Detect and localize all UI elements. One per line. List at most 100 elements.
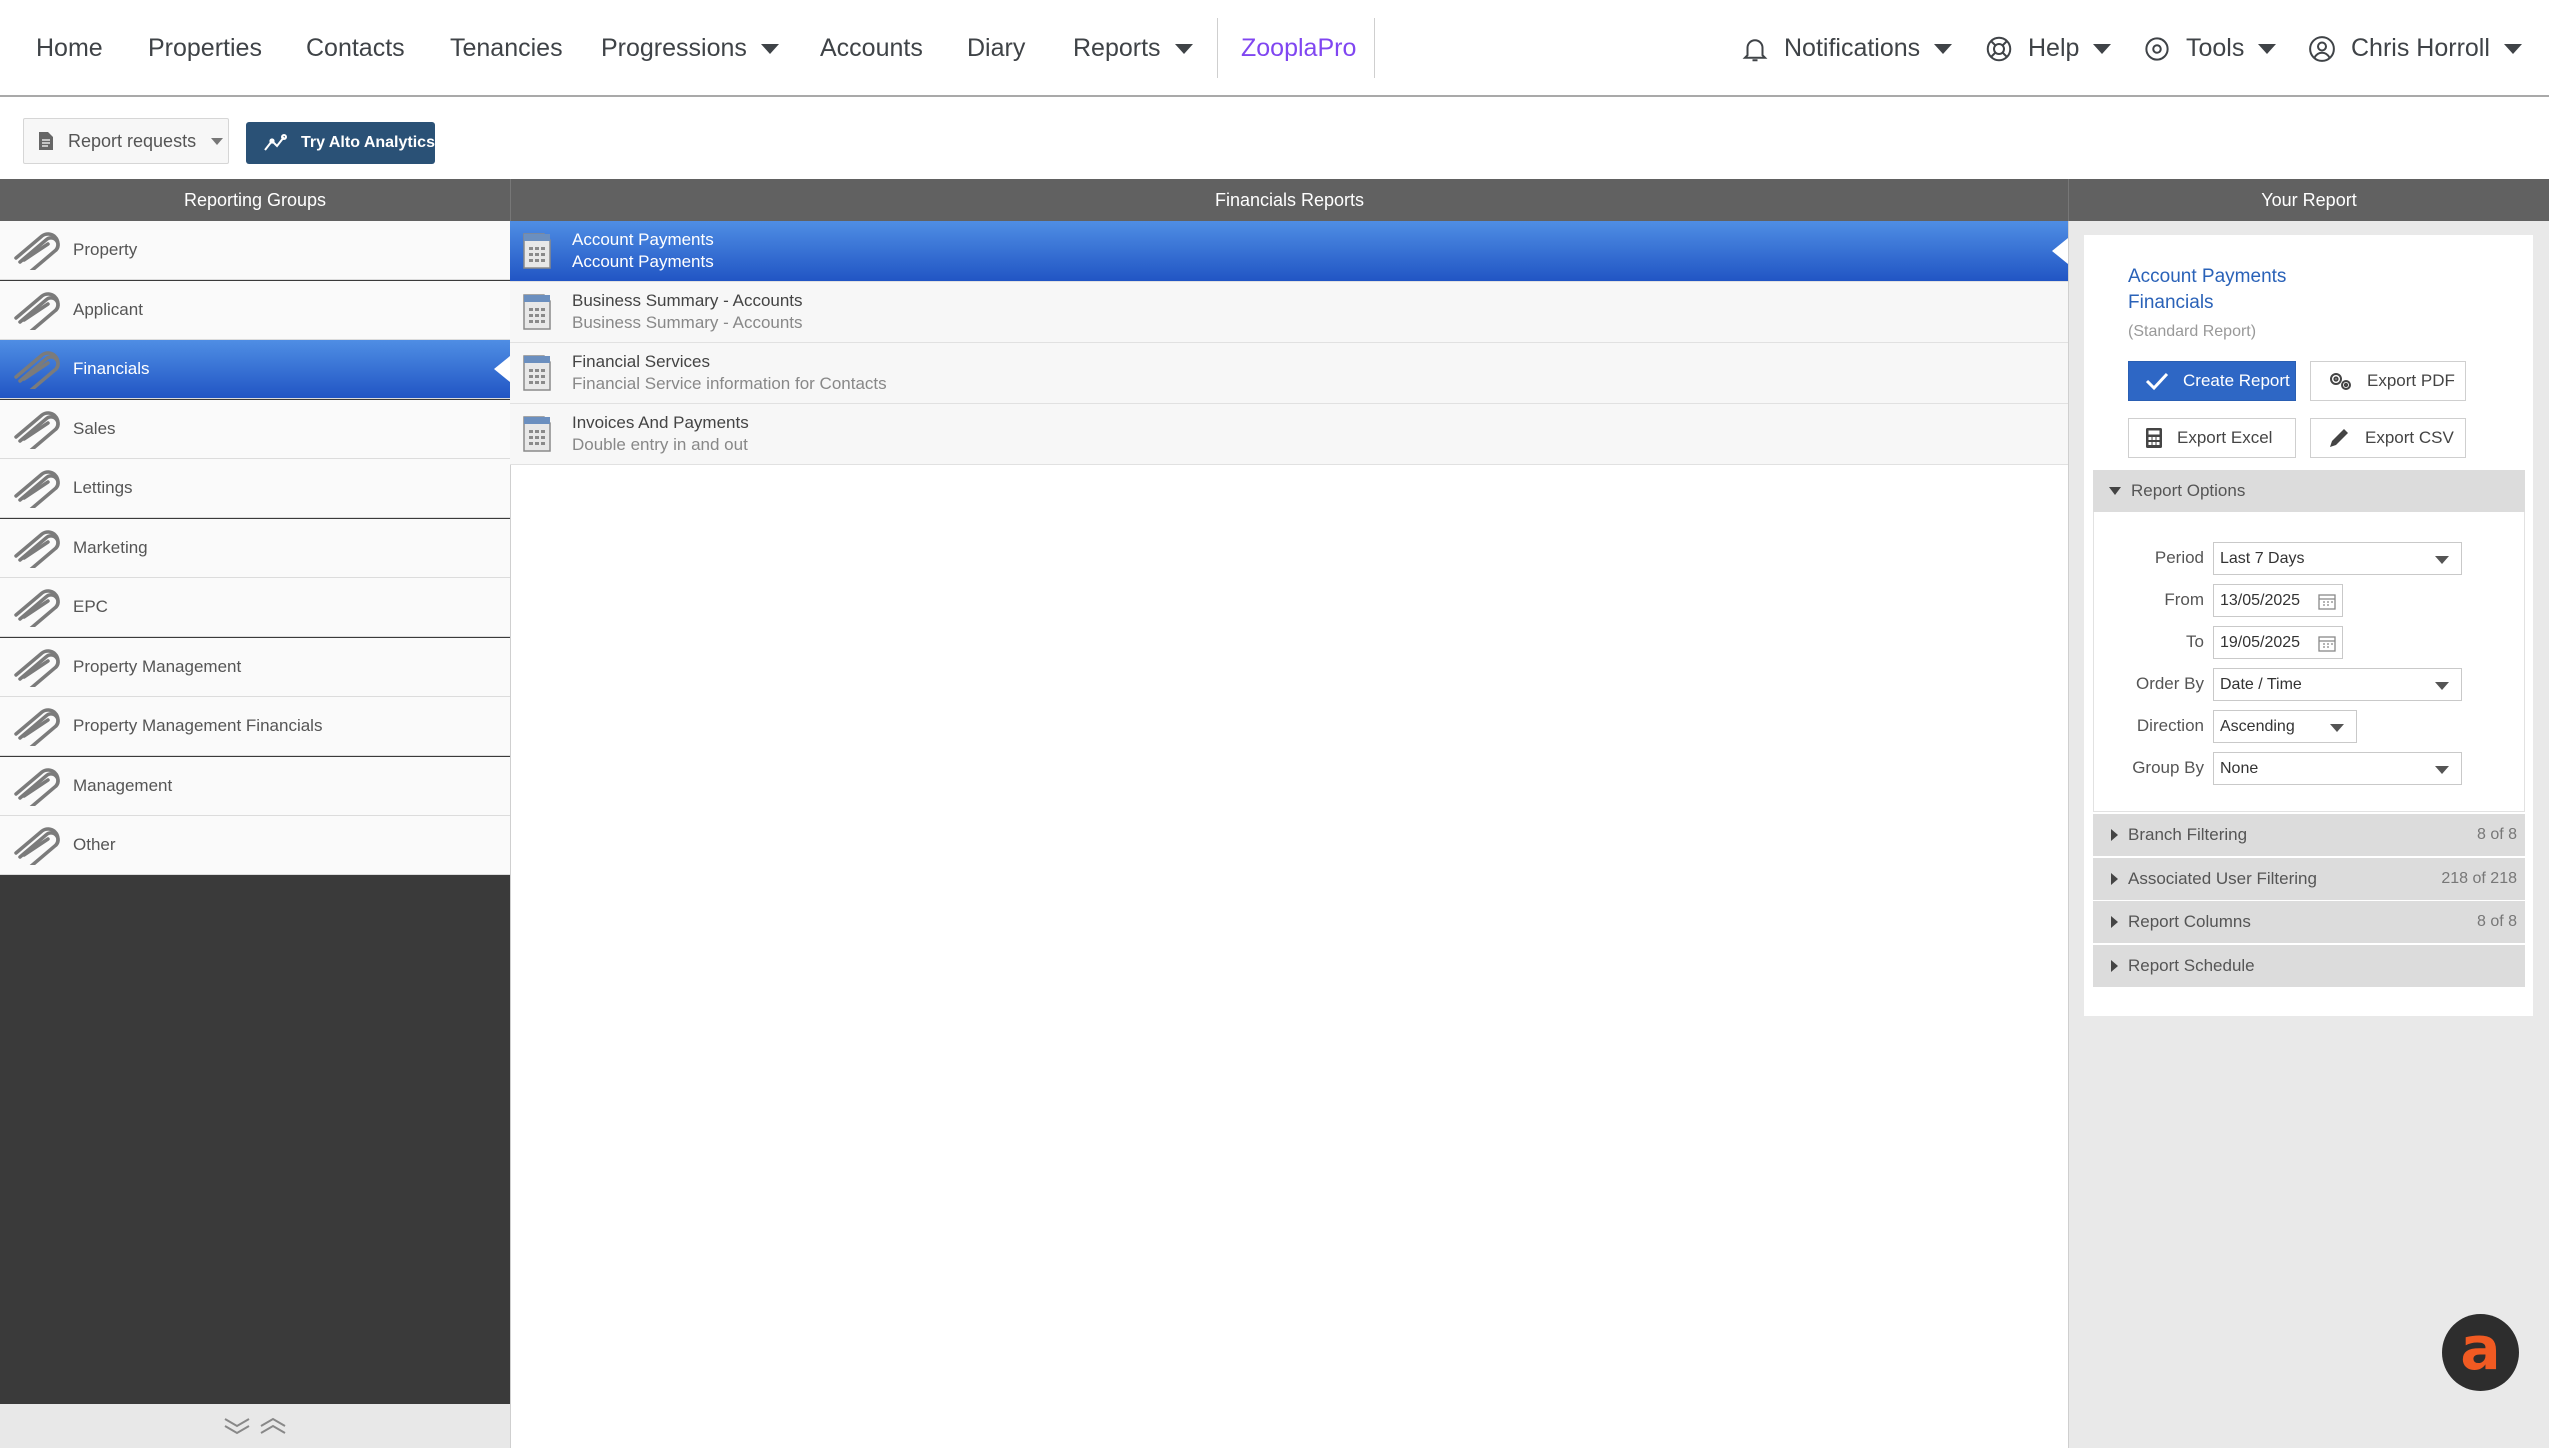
- nav-help[interactable]: Help: [1984, 0, 2112, 97]
- report-item-invoices-and-payments[interactable]: Invoices And Payments Double entry in and…: [510, 404, 2068, 465]
- chevron-double-up-icon[interactable]: [257, 1414, 289, 1438]
- report-name: Account Payments: [2128, 266, 2287, 287]
- section-label: Report Schedule: [2128, 955, 2255, 975]
- report-type: (Standard Report): [2128, 323, 2257, 340]
- report-document-icon: [521, 292, 553, 332]
- nav-home[interactable]: Home: [36, 0, 103, 97]
- chevron-down-icon: [2435, 556, 2449, 564]
- group-item-epc[interactable]: EPC: [0, 578, 510, 637]
- chevron-down-icon: [2330, 724, 2344, 732]
- calendar-icon[interactable]: [2318, 635, 2336, 652]
- group-item-sales[interactable]: Sales: [0, 399, 510, 459]
- nav-properties[interactable]: Properties: [148, 0, 262, 97]
- panel-resize-handle[interactable]: [0, 1404, 510, 1448]
- document-icon: [38, 131, 54, 151]
- your-report-header: Your Report: [2068, 179, 2549, 221]
- nav-accounts[interactable]: Accounts: [820, 0, 923, 97]
- nav-progressions[interactable]: Progressions: [601, 0, 779, 97]
- caret-right-icon: [2111, 872, 2118, 885]
- report-options-label: Report Options: [2131, 481, 2246, 500]
- group-item-lettings[interactable]: Lettings: [0, 459, 510, 518]
- period-value: Last 7 Days: [2220, 549, 2305, 567]
- nav-tenancies[interactable]: Tenancies: [450, 0, 563, 97]
- section-label: Branch Filtering: [2128, 825, 2248, 844]
- group-item-management[interactable]: Management: [0, 756, 510, 816]
- nav-diary[interactable]: Diary: [967, 0, 1025, 97]
- report-options-toggle[interactable]: Report Options: [2093, 470, 2525, 512]
- section-associated-user-filtering-toggle[interactable]: Associated User Filtering 218 of 218: [2093, 857, 2525, 900]
- chevron-down-icon: [2503, 43, 2522, 54]
- nav-divider: [1374, 18, 1375, 78]
- section-report-schedule-toggle[interactable]: Report Schedule: [2093, 944, 2525, 987]
- group-item-property-management[interactable]: Property Management: [0, 637, 510, 697]
- chevron-down-icon: [2258, 43, 2277, 54]
- group-by-select[interactable]: None: [2213, 752, 2462, 785]
- group-item-label: Applicant: [73, 299, 143, 319]
- nav-divider: [1217, 18, 1218, 78]
- checkmark-icon: [2145, 371, 2169, 391]
- group-item-marketing[interactable]: Marketing: [0, 518, 510, 578]
- order-by-select[interactable]: Date / Time: [2213, 668, 2462, 701]
- report-item-title: Financial Services: [572, 352, 710, 371]
- report-item-description: Account Payments: [572, 252, 714, 271]
- create-report-button[interactable]: Create Report: [2128, 361, 2296, 401]
- order-by-label: Order By: [2135, 674, 2204, 693]
- chevron-down-icon: [2435, 766, 2449, 774]
- group-item-other[interactable]: Other: [0, 816, 510, 875]
- report-group: Financials: [2128, 292, 2214, 313]
- section-label: Associated User Filtering: [2128, 868, 2317, 888]
- alto-logo-icon: a: [2460, 1313, 2501, 1384]
- export-csv-label: Export CSV: [2365, 428, 2454, 447]
- to-date-field[interactable]: 19/05/2025: [2213, 626, 2343, 659]
- caret-right-icon: [2111, 916, 2118, 928]
- group-item-applicant[interactable]: Applicant: [0, 280, 510, 340]
- nav-contacts[interactable]: Contacts: [306, 0, 405, 97]
- section-report-columns-toggle[interactable]: Report Columns 8 of 8: [2093, 901, 2525, 943]
- chevron-down-icon: [1174, 43, 1193, 54]
- paperclip-icon: [6, 528, 62, 568]
- report-requests-button[interactable]: Report requests: [23, 118, 229, 164]
- calculator-icon: [2145, 427, 2163, 449]
- from-date-field[interactable]: 13/05/2025: [2213, 584, 2343, 617]
- export-csv-button[interactable]: Export CSV: [2310, 418, 2466, 458]
- export-pdf-button[interactable]: Export PDF: [2310, 361, 2466, 401]
- report-document-icon: [521, 231, 553, 271]
- report-item-business-summary-accounts[interactable]: Business Summary - Accounts Business Summ…: [510, 282, 2068, 343]
- section-label: Report Columns: [2128, 912, 2251, 931]
- report-item-description: Financial Service information for Contac…: [572, 374, 887, 393]
- direction-select[interactable]: Ascending: [2213, 710, 2357, 743]
- order-by-value: Date / Time: [2220, 675, 2302, 693]
- group-item-property-management-financials[interactable]: Property Management Financials: [0, 697, 510, 756]
- direction-value: Ascending: [2220, 717, 2295, 735]
- report-item-title: Account Payments: [572, 230, 714, 249]
- group-item-property[interactable]: Property: [0, 221, 510, 280]
- section-branch-filtering-toggle[interactable]: Branch Filtering 8 of 8: [2093, 814, 2525, 856]
- report-item-account-payments[interactable]: Account Payments Account Payments: [510, 221, 2068, 282]
- nav-user-menu[interactable]: Chris Horroll: [2307, 0, 2522, 97]
- nav-notifications[interactable]: Notifications: [1740, 0, 1953, 97]
- export-excel-button[interactable]: Export Excel: [2128, 418, 2296, 458]
- try-alto-analytics-button[interactable]: Try Alto Analytics: [246, 122, 435, 164]
- paperclip-icon: [6, 706, 62, 746]
- group-item-label: Marketing: [73, 537, 148, 557]
- alto-assistant-button[interactable]: a: [2442, 1314, 2519, 1391]
- group-item-financials[interactable]: Financials: [0, 340, 510, 399]
- nav-tools[interactable]: Tools: [2142, 0, 2277, 97]
- analytics-chart-icon: [263, 132, 289, 154]
- nav-reports[interactable]: Reports: [1073, 0, 1193, 97]
- top-nav: Home Properties Contacts Tenancies Progr…: [0, 0, 2549, 97]
- user-icon: [2307, 34, 2337, 64]
- from-date-value: 13/05/2025: [2220, 591, 2301, 609]
- report-item-title: Business Summary - Accounts: [572, 291, 803, 310]
- chevron-double-down-icon[interactable]: [221, 1414, 253, 1438]
- create-report-label: Create Report: [2183, 371, 2290, 390]
- paperclip-icon: [6, 230, 62, 270]
- chevron-down-icon: [760, 43, 779, 54]
- nav-zooplapro[interactable]: ZooplaPro: [1241, 0, 1356, 97]
- calendar-icon[interactable]: [2318, 593, 2336, 610]
- paperclip-icon: [6, 647, 62, 687]
- period-select[interactable]: Last 7 Days: [2213, 542, 2462, 575]
- report-item-financial-services[interactable]: Financial Services Financial Service info…: [510, 343, 2068, 404]
- to-date-value: 19/05/2025: [2220, 633, 2301, 651]
- to-label: To: [2186, 632, 2204, 651]
